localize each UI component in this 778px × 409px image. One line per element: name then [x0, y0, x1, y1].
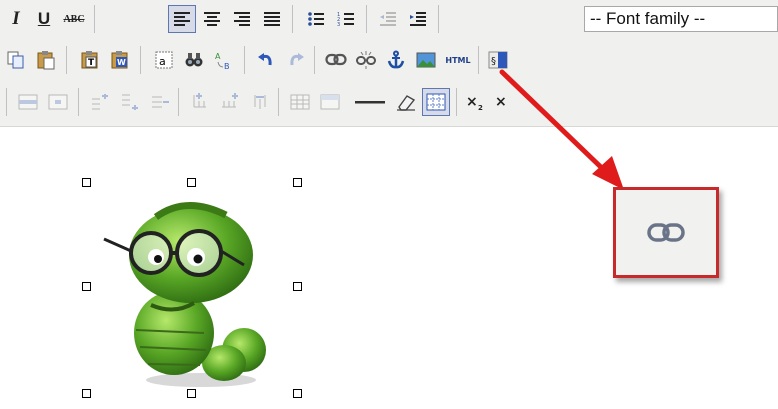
link-icon — [647, 222, 685, 242]
highlight-callout — [613, 187, 719, 278]
